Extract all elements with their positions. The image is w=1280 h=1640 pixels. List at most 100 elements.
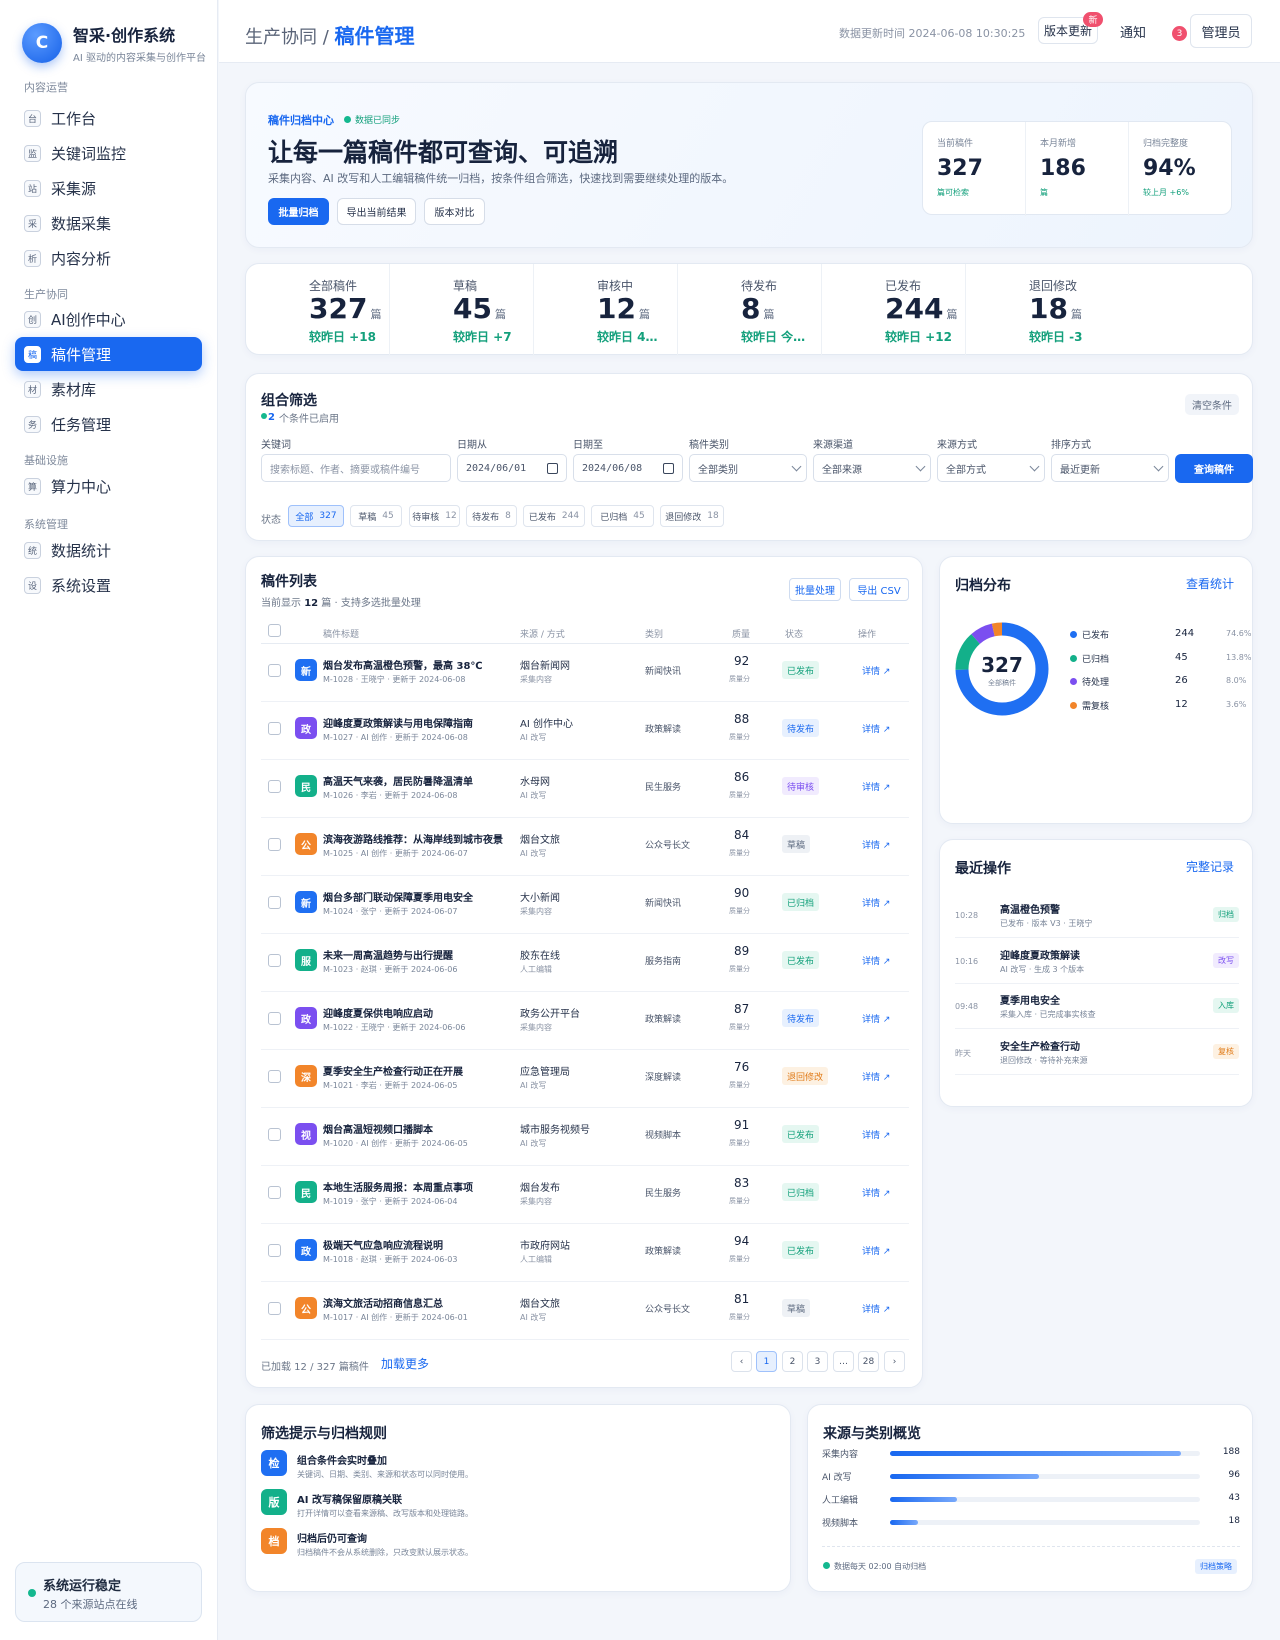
detail-link[interactable]: 详情 ↗	[862, 1128, 890, 1141]
row-checkbox[interactable]	[268, 1186, 281, 1199]
row-title[interactable]: 夏季安全生产检查行动正在开展	[323, 1063, 463, 1078]
sidebar-item[interactable]: 析内容分析	[15, 241, 202, 275]
table-row[interactable]: 公滨海文旅活动招商信息汇总 M-1017 · AI 创作 · 更新于 2024-0…	[261, 1282, 909, 1340]
row-checkbox[interactable]	[268, 664, 281, 677]
sidebar-item[interactable]: 材素材库	[15, 372, 202, 406]
load-more-link[interactable]: 加载更多	[381, 1355, 429, 1372]
row-checkbox[interactable]	[268, 896, 281, 909]
sidebar-item[interactable]: 统数据统计	[15, 533, 202, 567]
page-button[interactable]: …	[833, 1351, 854, 1372]
detail-link[interactable]: 详情 ↗	[862, 780, 890, 793]
table-row[interactable]: 公滨海夜游路线推荐：从海岸线到城市夜景 M-1025 · AI 创作 · 更新于 …	[261, 818, 909, 876]
row-title[interactable]: 本地生活服务周报：本周重点事项	[323, 1179, 473, 1194]
select-all-checkbox[interactable]	[268, 624, 281, 637]
row-title[interactable]: 烟台高温短视频口播脚本	[323, 1121, 433, 1136]
export-csv-button[interactable]: 导出 CSV	[849, 578, 909, 601]
sidebar-item[interactable]: 稿稿件管理	[15, 337, 202, 371]
row-title[interactable]: 迎峰度夏政策解读与用电保障指南	[323, 715, 473, 730]
date-to-input[interactable]: 2024/06/08	[573, 454, 683, 482]
method-select[interactable]: 全部方式	[937, 454, 1045, 482]
row-checkbox[interactable]	[268, 838, 281, 851]
detail-link[interactable]: 详情 ↗	[862, 664, 890, 677]
operation-item[interactable]: 09:48 夏季用电安全 采集入库 · 已完成事实核查 入库	[955, 984, 1239, 1029]
archive-policy-badge[interactable]: 归档策略	[1195, 1559, 1237, 1574]
row-title[interactable]: 高温天气来袭，居民防暑降温清单	[323, 773, 473, 788]
status-chip[interactable]: 全部 327	[288, 505, 344, 527]
sidebar-item[interactable]: 监关键词监控	[15, 136, 202, 170]
page-button[interactable]: 28	[858, 1351, 879, 1372]
status-chip[interactable]: 已发布 244	[523, 505, 585, 527]
notification-button[interactable]: 通知 3	[1120, 22, 1187, 41]
batch-archive-button[interactable]: 批量归档	[268, 198, 329, 225]
version-update-button[interactable]: 版本更新 新	[1038, 12, 1103, 44]
batch-process-button[interactable]: 批量处理	[789, 578, 841, 601]
status-chip[interactable]: 草稿 45	[350, 505, 402, 527]
row-title[interactable]: 滨海夜游路线推荐：从海岸线到城市夜景	[323, 831, 503, 846]
detail-link[interactable]: 详情 ↗	[862, 954, 890, 967]
detail-link[interactable]: 详情 ↗	[862, 896, 890, 909]
stat-card[interactable]: 草稿 45 篇较昨日 +7	[390, 264, 534, 356]
row-checkbox[interactable]	[268, 954, 281, 967]
table-row[interactable]: 民本地生活服务周报：本周重点事项 M-1019 · 张宁 · 更新于 2024-0…	[261, 1166, 909, 1224]
operation-item[interactable]: 10:28 高温橙色预警 已发布 · 版本 V3 · 王晓宁 归档	[955, 893, 1239, 938]
sidebar-item[interactable]: 算算力中心	[15, 469, 202, 503]
sidebar-item[interactable]: 设系统设置	[15, 568, 202, 602]
row-checkbox[interactable]	[268, 1302, 281, 1315]
search-drafts-button[interactable]: 查询稿件	[1175, 454, 1253, 483]
detail-link[interactable]: 详情 ↗	[862, 1070, 890, 1083]
keyword-input[interactable]: 搜索标题、作者、摘要或稿件编号	[261, 454, 451, 482]
table-row[interactable]: 新烟台发布高温橙色预警，最高 38℃ M-1028 · 王晓宁 · 更新于 202…	[261, 644, 909, 702]
table-row[interactable]: 深夏季安全生产检查行动正在开展 M-1021 · 李岩 · 更新于 2024-06…	[261, 1050, 909, 1108]
row-title[interactable]: 滨海文旅活动招商信息汇总	[323, 1295, 443, 1310]
row-checkbox[interactable]	[268, 780, 281, 793]
sort-select[interactable]: 最近更新	[1051, 454, 1169, 482]
export-results-button[interactable]: 导出当前结果	[337, 198, 416, 225]
sidebar-item[interactable]: 务任务管理	[15, 407, 202, 441]
row-title[interactable]: 极端天气应急响应流程说明	[323, 1237, 443, 1252]
row-title[interactable]: 烟台多部门联动保障夏季用电安全	[323, 889, 473, 904]
category-select[interactable]: 全部类别	[689, 454, 807, 482]
view-stats-link[interactable]: 查看统计	[1186, 575, 1234, 592]
status-chip[interactable]: 退回修改 18	[660, 505, 724, 527]
detail-link[interactable]: 详情 ↗	[862, 1186, 890, 1199]
row-checkbox[interactable]	[268, 1012, 281, 1025]
row-title[interactable]: 迎峰度夏保供电响应启动	[323, 1005, 433, 1020]
row-checkbox[interactable]	[268, 1244, 281, 1257]
detail-link[interactable]: 详情 ↗	[862, 1012, 890, 1025]
sidebar-item[interactable]: 站采集源	[15, 171, 202, 205]
sidebar-item[interactable]: 台工作台	[15, 101, 202, 135]
operation-item[interactable]: 10:16 迎峰度夏政策解读 AI 改写 · 生成 3 个版本 改写	[955, 939, 1239, 984]
sidebar-item[interactable]: 采数据采集	[15, 206, 202, 240]
table-row[interactable]: 新烟台多部门联动保障夏季用电安全 M-1024 · 张宁 · 更新于 2024-0…	[261, 876, 909, 934]
table-row[interactable]: 视烟台高温短视频口播脚本 M-1020 · AI 创作 · 更新于 2024-06…	[261, 1108, 909, 1166]
page-button[interactable]: 2	[782, 1351, 803, 1372]
row-checkbox[interactable]	[268, 1070, 281, 1083]
channel-select[interactable]: 全部来源	[813, 454, 931, 482]
admin-button[interactable]: 管理员	[1190, 14, 1252, 48]
full-log-link[interactable]: 完整记录	[1186, 858, 1234, 875]
stat-card[interactable]: 审核中 12 篇较昨日 4…	[534, 264, 678, 356]
row-checkbox[interactable]	[268, 722, 281, 735]
page-button[interactable]: ›	[884, 1351, 905, 1372]
operation-item[interactable]: 昨天 安全生产检查行动 退回修改 · 等待补充来源 复核	[955, 1030, 1239, 1075]
row-checkbox[interactable]	[268, 1128, 281, 1141]
detail-link[interactable]: 详情 ↗	[862, 1244, 890, 1257]
sidebar-item[interactable]: 创 AI创作中心	[15, 302, 202, 336]
row-title[interactable]: 烟台发布高温橙色预警，最高 38℃	[323, 657, 483, 672]
table-row[interactable]: 政迎峰度夏政策解读与用电保障指南 M-1027 · AI 创作 · 更新于 202…	[261, 702, 909, 760]
table-row[interactable]: 政极端天气应急响应流程说明 M-1018 · 赵琪 · 更新于 2024-06-0…	[261, 1224, 909, 1282]
clear-filters-button[interactable]: 清空条件	[1185, 394, 1239, 415]
detail-link[interactable]: 详情 ↗	[862, 1302, 890, 1315]
table-row[interactable]: 服未来一周高温趋势与出行提醒 M-1023 · 赵琪 · 更新于 2024-06-…	[261, 934, 909, 992]
stat-card[interactable]: 退回修改 18 篇较昨日 -3	[966, 264, 1110, 356]
status-chip[interactable]: 已归档 45	[591, 505, 654, 527]
page-button[interactable]: 3	[807, 1351, 828, 1372]
page-button[interactable]: ‹	[731, 1351, 752, 1372]
date-from-input[interactable]: 2024/06/01	[457, 454, 567, 482]
breadcrumb-parent[interactable]: 生产协同 /	[245, 27, 329, 48]
page-button[interactable]: 1	[756, 1351, 777, 1372]
version-compare-button[interactable]: 版本对比	[424, 198, 485, 225]
stat-card[interactable]: 已发布 244 篇较昨日 +12	[822, 264, 966, 356]
detail-link[interactable]: 详情 ↗	[862, 838, 890, 851]
status-chip[interactable]: 待审核 12	[409, 505, 460, 527]
